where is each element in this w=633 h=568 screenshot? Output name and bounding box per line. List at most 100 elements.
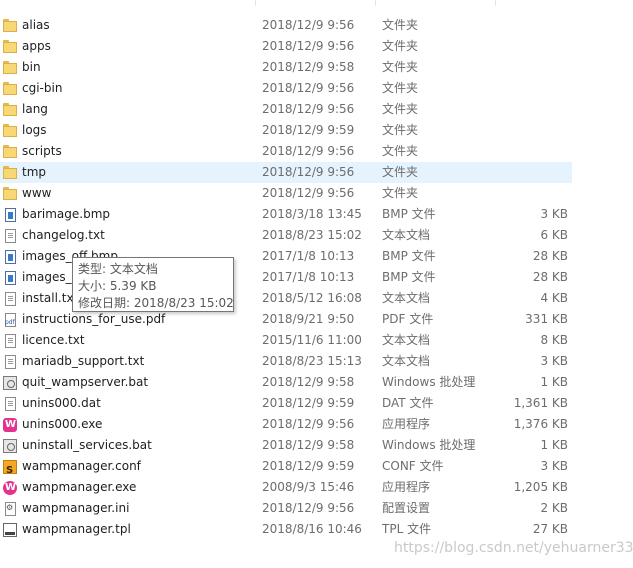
file-type: 文件夹 xyxy=(382,186,419,200)
file-size: 331 KB xyxy=(525,312,568,326)
file-date: 2018/9/21 9:50 xyxy=(262,312,355,326)
column-separator-3[interactable] xyxy=(495,0,496,6)
file-row[interactable]: wampmanager.exe 2008/9/3 15:46 应用程序 1,205 K… xyxy=(0,477,572,498)
file-row[interactable]: changelog.txt 2018/8/23 15:02 文本文档 6 KB xyxy=(0,225,572,246)
folder-icon xyxy=(3,145,17,159)
file-size: 8 KB xyxy=(540,333,568,347)
file-type: 文件夹 xyxy=(382,165,419,179)
file-type: 文件夹 xyxy=(382,18,419,32)
batch-file-icon xyxy=(3,439,17,453)
file-date: 2018/12/9 9:56 xyxy=(262,39,355,53)
file-type: 配置设置 xyxy=(382,501,431,515)
file-type: 文本文档 xyxy=(382,354,431,368)
file-tooltip: 类型: 文本文档 大小: 5.39 KB 修改日期: 2018/8/23 15:… xyxy=(72,257,234,312)
file-name: wampmanager.tpl xyxy=(22,522,131,536)
file-type: BMP 文件 xyxy=(382,249,436,263)
file-date: 2018/5/12 16:08 xyxy=(262,291,362,305)
file-row[interactable]: cgi-bin 2018/12/9 9:56 文件夹 xyxy=(0,78,572,99)
bmp-file-icon xyxy=(5,250,16,264)
file-name: wampmanager.conf xyxy=(22,459,141,473)
file-row[interactable]: licence.txt 2015/11/6 11:00 文本文档 8 KB xyxy=(0,330,572,351)
bmp-file-icon xyxy=(5,271,16,285)
file-date: 2018/12/9 9:56 xyxy=(262,165,355,179)
file-name: changelog.txt xyxy=(22,228,105,242)
file-name: unins000.dat xyxy=(22,396,101,410)
file-size: 4 KB xyxy=(540,291,568,305)
file-type: 文件夹 xyxy=(382,102,419,116)
file-row[interactable]: apps 2018/12/9 9:56 文件夹 xyxy=(0,36,572,57)
file-row[interactable]: unins000.exe 2018/12/9 9:56 应用程序 1,376 KB xyxy=(0,414,572,435)
file-type: Windows 批处理 xyxy=(382,375,476,389)
file-row[interactable]: tmp 2018/12/9 9:56 文件夹 xyxy=(0,162,572,183)
file-date: 2018/8/16 10:46 xyxy=(262,522,362,536)
file-row[interactable]: barimage.bmp 2018/3/18 13:45 BMP 文件 3 KB xyxy=(0,204,572,225)
file-size: 27 KB xyxy=(532,522,568,536)
file-row[interactable]: scripts 2018/12/9 9:56 文件夹 xyxy=(0,141,572,162)
file-name: cgi-bin xyxy=(22,81,63,95)
file-name: instructions_for_use.pdf xyxy=(22,312,166,326)
file-row[interactable]: instructions_for_use.pdf 2018/9/21 9:50 PD… xyxy=(0,309,572,330)
file-row[interactable]: wampmanager.conf 2018/12/9 9:59 CONF 文件 3 K… xyxy=(0,456,572,481)
file-row[interactable]: mariadb_support.txt 2018/8/23 15:13 文本文档 3 … xyxy=(0,351,572,372)
file-row[interactable]: wampmanager.tpl 2018/8/16 10:46 TPL 文件 27 K… xyxy=(0,519,572,540)
file-date: 2018/12/9 9:56 xyxy=(262,81,355,95)
pdf-file-icon xyxy=(5,313,16,327)
tpl-file-icon xyxy=(3,523,17,537)
file-row[interactable]: unins000.dat 2018/12/9 9:59 DAT 文件 1,361 KB xyxy=(0,393,572,414)
file-row[interactable]: logs 2018/12/9 9:59 文件夹 xyxy=(0,120,572,141)
file-date: 2018/12/9 9:56 xyxy=(262,501,355,515)
file-date: 2018/3/18 13:45 xyxy=(262,207,362,221)
file-name: lang xyxy=(22,102,48,116)
folder-icon xyxy=(3,82,17,96)
file-type: 文本文档 xyxy=(382,333,431,347)
file-name: wampmanager.exe xyxy=(22,480,137,494)
file-date: 2017/1/8 10:13 xyxy=(262,270,355,284)
file-date: 2018/12/9 9:56 xyxy=(262,417,355,431)
folder-icon xyxy=(3,61,17,75)
column-separator-1[interactable] xyxy=(255,0,256,6)
folder-icon xyxy=(3,124,17,138)
file-type: 文本文档 xyxy=(382,291,431,305)
tooltip-size: 大小: 5.39 KB xyxy=(78,279,157,293)
file-type: 应用程序 xyxy=(382,480,431,494)
file-type: BMP 文件 xyxy=(382,207,436,221)
file-date: 2018/12/9 9:58 xyxy=(262,375,355,389)
file-size: 1 KB xyxy=(540,375,568,389)
folder-icon xyxy=(3,40,17,54)
file-name: uninstall_services.bat xyxy=(22,438,152,452)
file-row[interactable]: uninstall_services.bat 2018/12/9 9:58 Wind… xyxy=(0,435,572,456)
file-row[interactable]: alias 2018/12/9 9:56 文件夹 xyxy=(0,15,572,36)
file-row[interactable]: quit_wampserver.bat 2018/12/9 9:58 Windows… xyxy=(0,372,572,393)
file-name: alias xyxy=(22,18,50,32)
file-date: 2018/8/23 15:02 xyxy=(262,228,362,242)
file-name: scripts xyxy=(22,144,62,158)
file-type: 文件夹 xyxy=(382,123,419,137)
column-separator-2[interactable] xyxy=(375,0,376,6)
file-name: tmp xyxy=(22,165,47,179)
file-row[interactable]: lang 2018/12/9 9:56 文件夹 xyxy=(0,99,572,120)
text-file-icon xyxy=(5,397,16,411)
watermark: https://blog.csdn.net/yehuarner33 xyxy=(394,540,633,556)
file-name: barimage.bmp xyxy=(22,207,111,221)
file-type: 文件夹 xyxy=(382,81,419,95)
batch-file-icon xyxy=(3,376,17,390)
file-date: 2017/1/8 10:13 xyxy=(262,249,355,263)
file-size: 1,376 KB xyxy=(513,417,568,431)
file-name: apps xyxy=(22,39,51,53)
file-row[interactable]: bin 2018/12/9 9:58 文件夹 xyxy=(0,57,572,78)
file-size: 28 KB xyxy=(532,249,568,263)
folder-icon xyxy=(3,103,17,117)
folder-icon xyxy=(3,19,17,33)
folder-icon xyxy=(3,166,17,180)
tooltip-modified: 修改日期: 2018/8/23 15:02 xyxy=(78,296,234,310)
file-type: 应用程序 xyxy=(382,417,431,431)
bmp-file-icon xyxy=(5,208,16,222)
file-row[interactable]: wampmanager.ini 2018/12/9 9:56 配置设置 2 KB xyxy=(0,498,572,519)
file-row[interactable]: www 2018/12/9 9:56 文件夹 xyxy=(0,183,572,204)
file-size: 3 KB xyxy=(540,207,568,221)
file-size: 1,361 KB xyxy=(513,396,568,410)
file-type: 文本文档 xyxy=(382,228,431,242)
file-date: 2018/12/9 9:59 xyxy=(262,459,355,473)
file-type: 文件夹 xyxy=(382,60,419,74)
file-date: 2018/12/9 9:56 xyxy=(262,18,355,32)
